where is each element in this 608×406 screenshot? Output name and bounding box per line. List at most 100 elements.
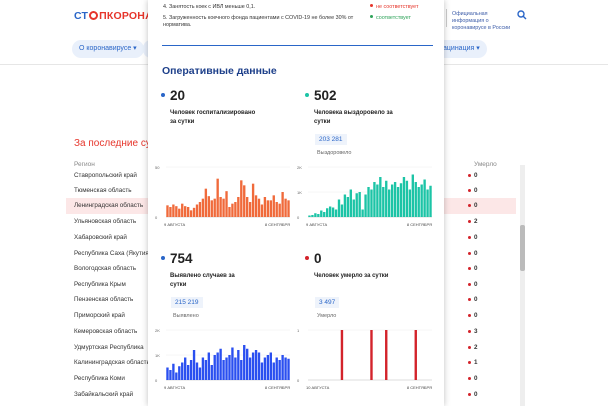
bar <box>222 198 225 217</box>
bar <box>175 206 178 217</box>
scrollbar-thumb[interactable] <box>520 225 525 271</box>
bar <box>423 179 426 217</box>
row-region: Республика Саха (Якутия) <box>74 250 151 257</box>
cases-desc: Выявлено случаев за сутки <box>170 273 235 288</box>
bar <box>246 348 249 380</box>
bar <box>340 330 344 380</box>
deaths-dot-icon <box>305 256 309 260</box>
bar <box>181 362 184 380</box>
bar <box>399 183 403 217</box>
hosp-chart: 0 50 9 АВГУСТА 8 СЕНТЯБРЯ <box>155 165 290 227</box>
bar <box>281 355 284 380</box>
x-tick-label: 9 АВГУСТА <box>164 385 185 390</box>
search-icon[interactable] <box>517 10 527 20</box>
row-died: 0 <box>474 281 478 288</box>
bar <box>385 330 388 380</box>
bar <box>254 195 258 217</box>
bar <box>257 352 261 380</box>
row-died: 0 <box>474 202 478 209</box>
row-died: 0 <box>474 187 478 194</box>
logo-prefix: СТ <box>74 10 89 22</box>
bar <box>172 363 175 380</box>
red-dot-icon <box>468 236 471 239</box>
cases-chart: 0 1K 2K 9 АВГУСТА 8 СЕНТЯБРЯ <box>155 328 290 390</box>
row-died: 1 <box>474 359 478 366</box>
recovered-desc: Человека выздоровело за сутки <box>314 110 393 125</box>
row-region: Ленинградская область <box>74 202 144 209</box>
bar <box>370 189 373 217</box>
row-region: Ульяновская область <box>74 218 137 225</box>
bar <box>263 357 267 380</box>
bar <box>352 199 355 217</box>
row-died: 0 <box>474 250 478 257</box>
column-region: Регион <box>74 161 95 168</box>
bar <box>278 203 281 217</box>
red-dot-icon <box>468 267 471 270</box>
bar <box>370 330 373 380</box>
bar <box>408 189 412 217</box>
red-dot-icon <box>468 314 471 317</box>
row-region: Тюменская область <box>74 187 132 194</box>
criterion-5-status-text: соответствует <box>376 15 411 21</box>
x-tick-label: 8 СЕНТЯБРЯ <box>265 222 290 227</box>
bar <box>186 365 190 380</box>
bar <box>272 362 275 380</box>
bar <box>213 198 216 217</box>
bar <box>251 183 255 217</box>
bar <box>346 197 350 217</box>
bar <box>266 200 270 217</box>
status-dot-icon <box>370 4 373 7</box>
header-info: Официальная информация о коронавирусе в … <box>452 11 511 31</box>
bar <box>225 357 228 380</box>
row-region: Забайкальский край <box>74 391 134 398</box>
bar <box>204 360 208 380</box>
bar <box>175 372 178 380</box>
red-dot-icon <box>468 220 471 223</box>
row-died: 0 <box>474 312 478 319</box>
bar <box>373 182 376 217</box>
bar <box>198 367 202 380</box>
bar <box>243 185 246 217</box>
bar <box>184 357 187 380</box>
x-tick-label: 9 АВГУСТА <box>306 222 327 227</box>
header-divider <box>446 9 447 27</box>
page-scrollbar[interactable] <box>520 165 525 406</box>
bar <box>379 177 382 217</box>
criterion-5: 5. Загруженность коечного фонда пациента… <box>163 15 354 28</box>
bar <box>385 180 388 217</box>
bar <box>231 347 234 380</box>
row-died: 0 <box>474 391 478 398</box>
bar <box>420 184 423 217</box>
row-died: 2 <box>474 218 478 225</box>
bar <box>246 197 249 217</box>
row-region: Пензенская область <box>74 296 134 303</box>
x-tick-label: 10 АВГУСТА <box>306 385 330 390</box>
bar <box>234 357 237 380</box>
bar <box>166 205 169 217</box>
bar <box>334 209 338 217</box>
x-tick-label: 9 АВГУСТА <box>164 222 185 227</box>
y-tick-label: 1K <box>155 353 160 358</box>
bar <box>201 198 205 217</box>
bar <box>178 208 181 217</box>
bar <box>287 358 290 380</box>
row-region: Республика Коми <box>74 375 125 382</box>
red-dot-icon <box>468 361 471 364</box>
row-region: Удмуртская Республика <box>74 344 144 351</box>
recovered-total: 203 281 <box>315 134 347 145</box>
y-tick-label: 0 <box>155 215 158 220</box>
red-dot-icon <box>468 330 471 333</box>
red-dot-icon <box>468 174 471 177</box>
bar <box>358 192 361 217</box>
bar <box>326 208 329 217</box>
bar <box>311 215 314 217</box>
y-tick-label: 50 <box>155 165 160 170</box>
bar <box>195 204 199 217</box>
nav-about-coronavirus[interactable]: О коронавирусе ▾ <box>72 40 144 58</box>
bar <box>275 357 278 380</box>
modal-title: Оперативные данные <box>162 65 277 77</box>
bar <box>207 196 210 217</box>
row-died: 0 <box>474 265 478 272</box>
bar <box>328 206 332 217</box>
bar <box>390 184 394 217</box>
